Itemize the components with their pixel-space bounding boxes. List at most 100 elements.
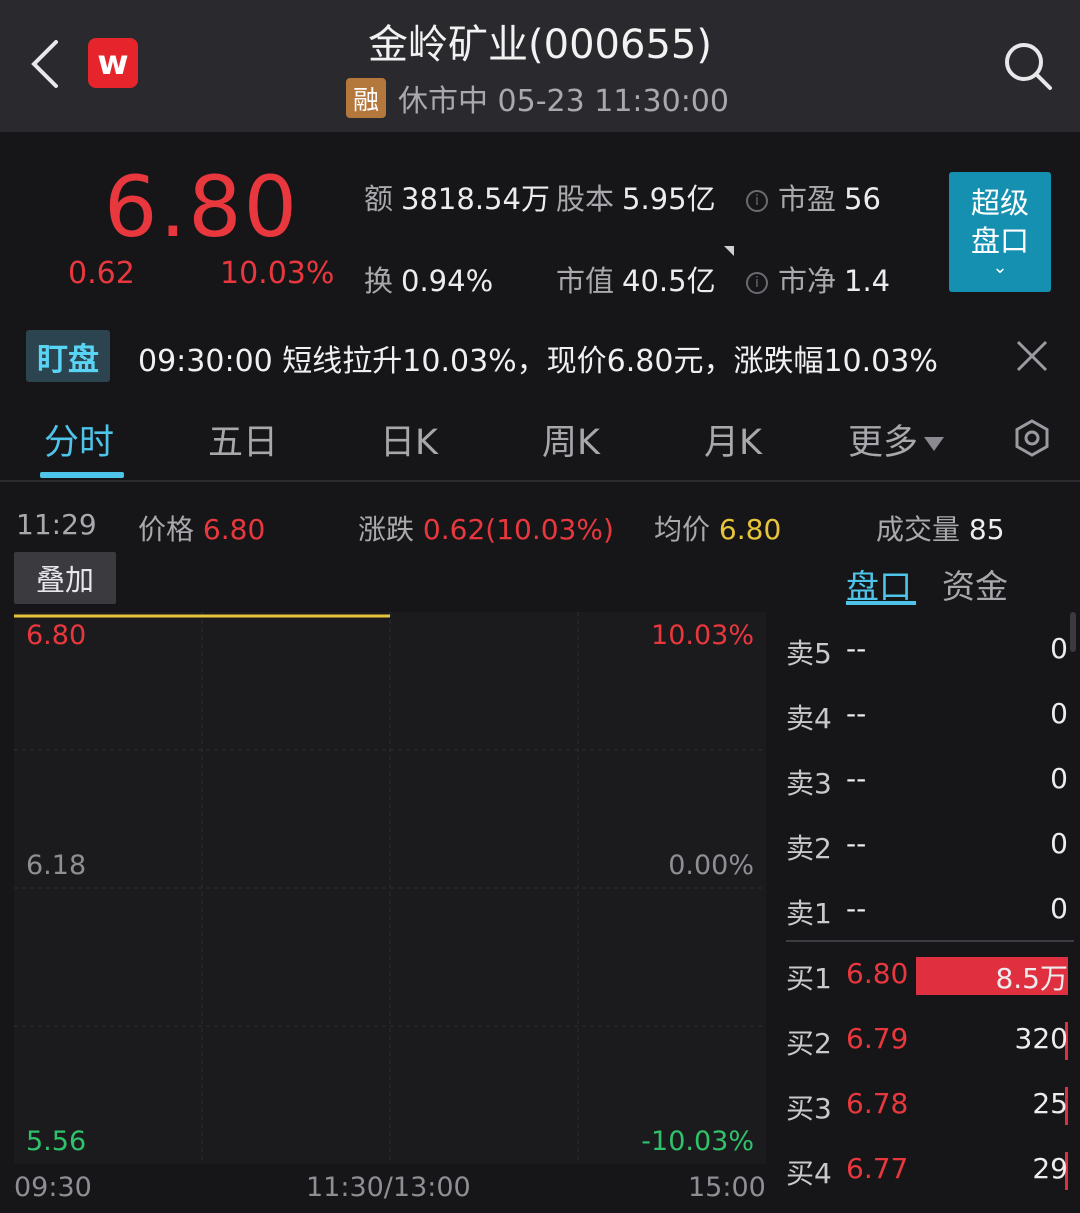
turnover-rate-label: 换 (364, 264, 394, 298)
ask-volume: 0 (1050, 892, 1068, 925)
bid-label: 买1 (786, 962, 832, 995)
bid-volume: 25 (1032, 1087, 1068, 1120)
bid-volume: 29 (1032, 1152, 1068, 1185)
ask-price: -- (846, 762, 867, 795)
settings-icon[interactable] (1012, 418, 1052, 458)
ask-label: 卖3 (786, 767, 832, 800)
tabs-divider (0, 480, 1080, 482)
alert-message[interactable]: 09:30:00 短线拉升10.03%，现价6.80元，涨跌幅10.03% (138, 336, 938, 380)
active-tab-indicator (40, 472, 124, 478)
crosshair-average: 均价 6.80 (654, 508, 781, 548)
bid-price: 6.80 (846, 957, 909, 990)
y-left-tick-top: 6.80 (26, 620, 87, 651)
ask-price: -- (846, 892, 867, 925)
turnover-rate-value: 0.94% (401, 264, 494, 298)
chart-period-tabs: 分时 五日 日K 周K 月K 更多 (0, 400, 1080, 480)
turnover-amount-label: 额 (364, 182, 394, 216)
intraday-chart[interactable]: 6.80 6.18 5.56 10.03% 0.00% -10.03% (14, 612, 766, 1164)
pb-label: 市净 (778, 264, 837, 298)
ask-volume: 0 (1050, 697, 1068, 730)
margin-trading-badge: 融 (346, 78, 386, 118)
ask-label: 卖2 (786, 832, 832, 865)
x-tick-midday: 11:30/13:00 (306, 1172, 471, 1203)
tab-more[interactable]: 更多 (848, 414, 945, 465)
overlay-button[interactable]: 叠加 (14, 552, 116, 604)
tab-daily-k[interactable]: 日K (380, 414, 438, 465)
ask-row: 卖2 -- 0 (786, 813, 1068, 877)
stock-title: 金岭矿业(000655) (368, 22, 712, 68)
crosshair-price-label: 价格 (138, 513, 195, 546)
corner-marker-icon (724, 246, 734, 256)
turnover-rate: 换 0.94% (364, 258, 493, 300)
ask-row: 卖1 -- 0 (786, 878, 1068, 942)
current-price: 6.80 (104, 158, 300, 256)
tab-five-day[interactable]: 五日 (208, 414, 278, 465)
tab-monthly-k[interactable]: 月K (704, 414, 762, 465)
y-left-tick-bottom: 5.56 (26, 1126, 87, 1157)
y-right-tick-mid: 0.00% (668, 850, 754, 881)
crosshair-volume-value: 85 (968, 513, 1005, 546)
bid-volume: 320 (1014, 1022, 1068, 1055)
x-tick-close: 15:00 (688, 1172, 766, 1203)
bid-label: 买2 (786, 1027, 832, 1060)
info-icon[interactable]: i (746, 272, 768, 294)
share-capital-label: 股本 (556, 182, 615, 216)
pe-label: 市盈 (778, 182, 837, 216)
crosshair-average-label: 均价 (654, 513, 711, 546)
bid-row: 买4 6.77 29 (786, 1138, 1068, 1202)
crosshair-price: 价格 6.80 (138, 508, 265, 548)
super-button-line1: 超级 (970, 186, 1029, 220)
book-divider (786, 940, 1074, 942)
crosshair-change-label: 涨跌 (358, 513, 415, 546)
pe-value: 56 (844, 182, 881, 216)
ask-price: -- (846, 697, 867, 730)
bid-row: 买3 6.78 25 (786, 1073, 1068, 1137)
tab-intraday[interactable]: 分时 (44, 414, 114, 465)
bid-row: 买2 6.79 320 (786, 1008, 1068, 1072)
tab-weekly-k[interactable]: 周K (542, 414, 600, 465)
ask-volume: 0 (1050, 762, 1068, 795)
turnover-amount-value: 3818.54万 (401, 182, 550, 216)
tab-capital-flow[interactable]: 资金 (942, 560, 1008, 608)
ask-label: 卖5 (786, 637, 832, 670)
ask-row: 卖3 -- 0 (786, 748, 1068, 812)
crosshair-change: 涨跌 0.62(10.03%) (358, 508, 614, 548)
watch-tag[interactable]: 盯盘 (26, 330, 110, 382)
pb-value: 1.4 (844, 264, 891, 298)
tab-more-label: 更多 (848, 423, 919, 463)
price-change: 0.62 (68, 256, 135, 291)
share-capital-value: 5.95亿 (622, 182, 716, 216)
crosshair-time: 11:29 (16, 508, 97, 541)
ask-price: -- (846, 827, 867, 860)
ask-volume: 0 (1050, 827, 1068, 860)
ask-volume: 0 (1050, 632, 1068, 665)
bid-row: 买1 6.80 8.5万 (786, 943, 1068, 1007)
caret-down-icon (924, 437, 945, 451)
search-icon[interactable] (1000, 38, 1054, 92)
scrollbar[interactable] (1070, 612, 1076, 652)
crosshair-price-value: 6.80 (202, 513, 266, 546)
market-cap-value: 40.5亿 (622, 264, 716, 298)
super-button-line2: 盘口 (970, 224, 1029, 258)
pe-ratio[interactable]: i 市盈 56 (746, 176, 881, 218)
bid-volume: 8.5万 (995, 962, 1068, 995)
order-book[interactable]: 卖5 -- 0 卖4 -- 0 卖3 -- 0 卖2 -- 0 卖1 -- 0 … (786, 618, 1080, 1213)
crosshair-change-value: 0.62(10.03%) (422, 513, 614, 546)
crosshair-volume-label: 成交量 (876, 513, 961, 546)
side-tab-indicator (846, 601, 916, 605)
chevron-down-icon: ⌄ (992, 257, 1008, 278)
crosshair-average-value: 6.80 (718, 513, 782, 546)
top-bar: w 金岭矿业(000655) 融 休市中 05-23 11:30:00 (0, 0, 1080, 132)
market-cap[interactable]: 市值 40.5亿 (556, 258, 716, 300)
close-icon[interactable] (1012, 336, 1052, 376)
price-change-percent: 10.03% (220, 256, 335, 291)
ask-label: 卖4 (786, 702, 832, 735)
ask-price: -- (846, 632, 867, 665)
market-cap-label: 市值 (556, 264, 615, 298)
super-order-book-button[interactable]: 超级 盘口 ⌄ (949, 172, 1051, 292)
ask-label: 卖1 (786, 897, 832, 930)
ask-row: 卖5 -- 0 (786, 618, 1068, 682)
bid-label: 买4 (786, 1157, 832, 1190)
info-icon[interactable]: i (746, 190, 768, 212)
pb-ratio[interactable]: i 市净 1.4 (746, 258, 890, 300)
